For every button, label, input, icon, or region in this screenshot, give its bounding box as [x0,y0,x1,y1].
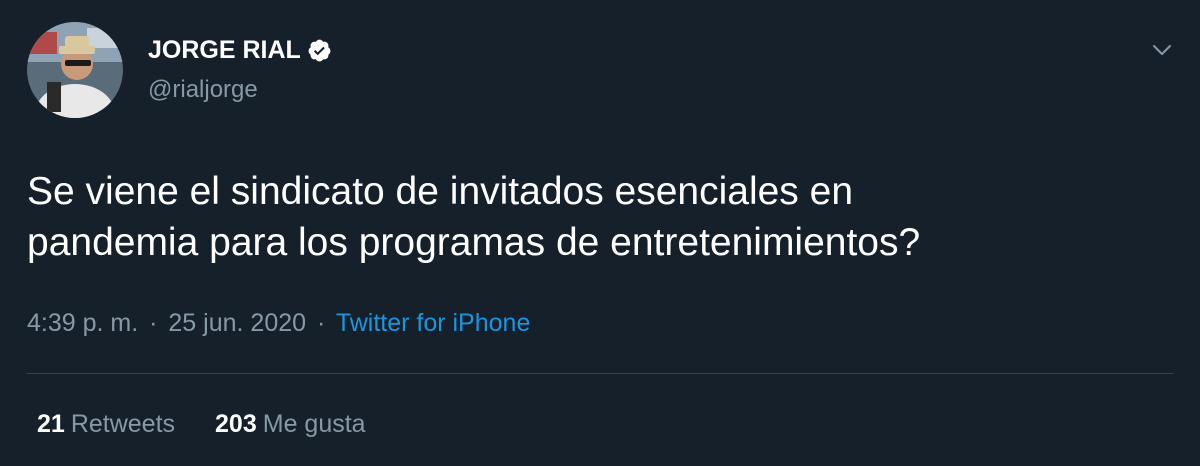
verified-badge-icon [307,38,332,63]
chevron-down-icon[interactable] [1150,38,1174,62]
author-name-text: JORGE RIAL [148,36,301,64]
meta-separator: · [149,309,158,337]
retweets-stat[interactable]: 21 Retweets [37,410,175,439]
tweet-stats: 21 Retweets 203 Me gusta [37,410,406,439]
tweet-text: Se viene el sindicato de invitados esenc… [27,170,921,264]
likes-label: Me gusta [262,410,366,438]
likes-stat[interactable]: 203 Me gusta [215,410,366,439]
divider [27,373,1173,374]
tweet-time[interactable]: 4:39 p. m. [27,309,138,337]
avatar[interactable] [27,22,123,118]
likes-count: 203 [215,410,257,438]
retweets-count: 21 [37,410,65,438]
tweet-card: JORGE RIAL @rialjorge Se viene el sindic… [0,0,1200,466]
author-name[interactable]: JORGE RIAL [148,36,332,65]
avatar-image [27,22,123,118]
tweet-meta: 4:39 p. m. · 25 jun. 2020 · Twitter for … [27,309,530,338]
meta-separator: · [316,309,326,337]
retweets-label: Retweets [70,410,176,438]
tweet-date[interactable]: 25 jun. 2020 [168,309,306,337]
tweet-source-link[interactable]: Twitter for iPhone [336,309,531,337]
author-handle[interactable]: @rialjorge [148,76,258,104]
